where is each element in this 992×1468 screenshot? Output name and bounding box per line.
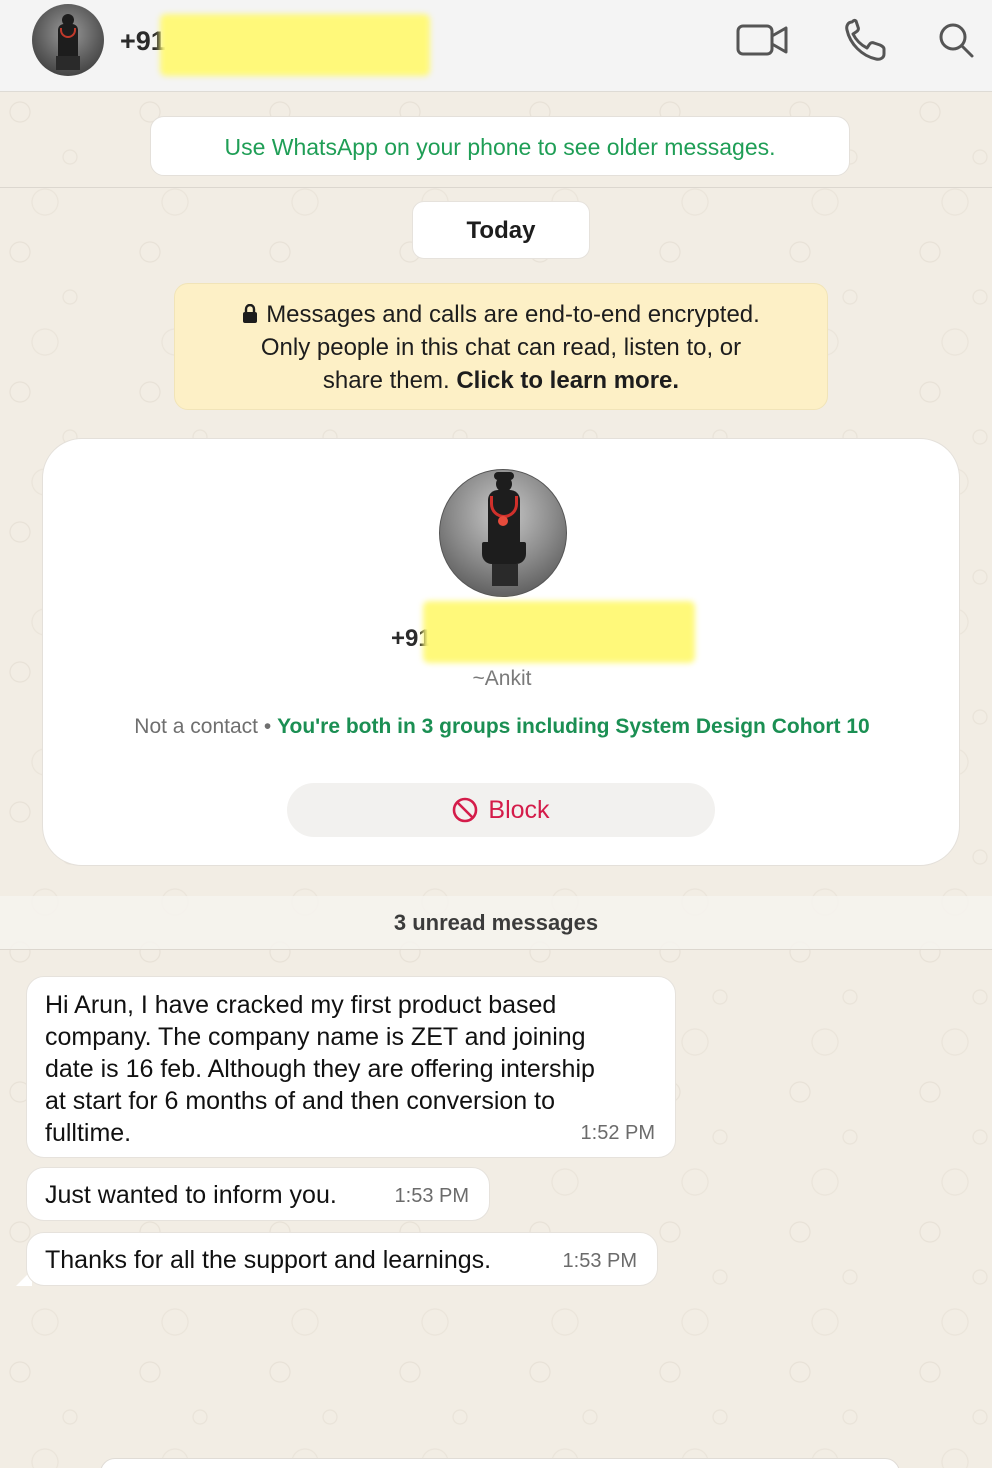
redacted-phone-number bbox=[423, 601, 695, 663]
contact-status-line: Not a contact • You're both in 3 groups … bbox=[43, 715, 961, 739]
unread-messages-divider: 3 unread messages bbox=[0, 896, 992, 950]
older-messages-banner[interactable]: Use WhatsApp on your phone to see older … bbox=[150, 116, 850, 176]
encryption-line-3: share them. bbox=[322, 367, 450, 394]
redacted-phone-number bbox=[160, 14, 430, 76]
voice-call-icon[interactable] bbox=[840, 18, 892, 62]
date-divider: Today bbox=[412, 201, 590, 259]
message-text: Thanks for all the support and learnings… bbox=[45, 1246, 492, 1274]
message-text: at start for 6 months of and then conver… bbox=[45, 1087, 556, 1115]
separator-dot: • bbox=[263, 715, 272, 738]
message-time: 1:53 PM bbox=[394, 1185, 469, 1207]
search-icon[interactable] bbox=[936, 18, 976, 62]
encryption-line-1: Messages and calls are end-to-end encryp… bbox=[266, 301, 760, 328]
block-button[interactable]: Block bbox=[287, 783, 715, 837]
contact-profile-photo[interactable] bbox=[439, 469, 567, 597]
block-label: Block bbox=[488, 796, 550, 824]
encryption-line-2: Only people in this chat can read, liste… bbox=[260, 334, 742, 361]
chat-header[interactable]: +91 bbox=[0, 0, 992, 92]
learn-more-link[interactable]: Click to learn more. bbox=[456, 367, 679, 394]
not-a-contact-label: Not a contact bbox=[134, 715, 259, 738]
contact-info-card: +91 ~Ankit Not a contact • You're both i… bbox=[42, 438, 960, 866]
common-groups-link[interactable]: You're both in 3 groups including System… bbox=[277, 715, 870, 738]
message-bubble[interactable]: Hi Arun, I have cracked my first product… bbox=[26, 976, 676, 1158]
message-text: date is 16 feb. Although they are offeri… bbox=[45, 1055, 595, 1083]
message-text: fulltime. bbox=[45, 1119, 132, 1147]
block-icon bbox=[453, 797, 478, 823]
contact-alias: ~Ankit bbox=[472, 667, 532, 690]
lock-icon bbox=[243, 304, 258, 323]
video-call-icon[interactable] bbox=[736, 18, 788, 62]
message-time: 1:52 PM bbox=[580, 1122, 655, 1144]
message-text: company. The company name is ZET and joi… bbox=[45, 1023, 586, 1051]
message-bubble[interactable]: Thanks for all the support and learnings… bbox=[26, 1232, 658, 1286]
contact-phone-title[interactable]: +91 bbox=[120, 26, 166, 57]
message-text: Hi Arun, I have cracked my first product… bbox=[45, 991, 557, 1019]
encryption-notice[interactable]: Messages and calls are end-to-end encryp… bbox=[174, 283, 828, 410]
message-bubble[interactable]: Just wanted to inform you. 1:53 PM bbox=[26, 1167, 490, 1221]
message-time: 1:53 PM bbox=[562, 1250, 637, 1272]
divider-line bbox=[0, 187, 992, 188]
message-composer[interactable] bbox=[100, 1458, 900, 1468]
contact-avatar[interactable] bbox=[32, 4, 104, 76]
